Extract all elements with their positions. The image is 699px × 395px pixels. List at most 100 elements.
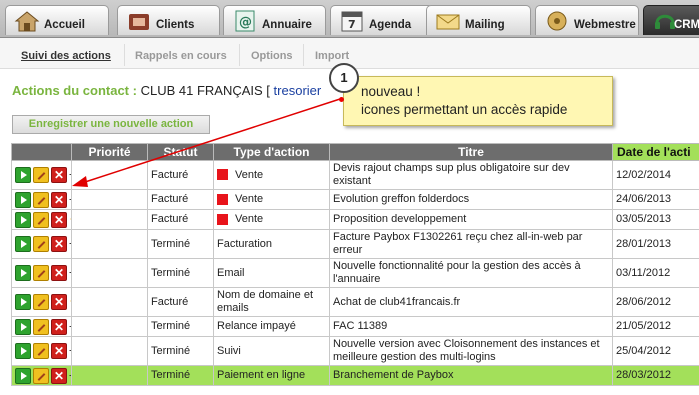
type-cell: Vente: [213, 189, 330, 210]
contact-bracket: [: [266, 83, 270, 98]
date-cell: 12/02/2014: [612, 160, 699, 190]
delete-icon[interactable]: ✕: [51, 318, 67, 335]
type-color-marker: [217, 193, 228, 205]
open-icon[interactable]: [15, 265, 31, 281]
table-row[interactable]: ✕- Facturé Vente Evolution greffon folderdo…: [11, 189, 699, 210]
delete-icon[interactable]: ✕: [51, 211, 67, 228]
status-cell: Facturé: [147, 209, 214, 230]
subtab-import[interactable]: Import: [315, 50, 349, 62]
tab-webmestre[interactable]: Webmestre: [535, 5, 639, 35]
delete-icon[interactable]: ✕: [51, 265, 67, 281]
annotation-number-badge: 1: [329, 63, 359, 93]
open-icon[interactable]: [15, 191, 31, 208]
open-icon[interactable]: [15, 167, 31, 183]
delete-icon[interactable]: ✕: [51, 367, 67, 384]
subtab-divider: [124, 44, 125, 66]
priority-cell: [71, 316, 148, 337]
open-icon[interactable]: [15, 211, 31, 228]
status-cell: Terminé: [147, 229, 214, 259]
table-row[interactable]: ✕- Facturé Vente Devis rajout champs sup pl…: [11, 160, 699, 190]
table-header-row: Priorité Statut Type d'action Titre Date…: [11, 143, 699, 161]
open-icon[interactable]: [15, 236, 31, 252]
priority-cell: [71, 160, 148, 190]
column-header-type[interactable]: Type d'action: [213, 143, 330, 161]
calendar-day-number: 7: [348, 18, 356, 31]
table-row[interactable]: ✕- TerminéPaiement en ligne Branchement de…: [11, 365, 699, 386]
type-color-marker: [217, 213, 228, 225]
mail-icon: [436, 14, 460, 30]
type-label: Paiement en ligne: [217, 369, 306, 381]
title-cell[interactable]: Proposition developpement: [329, 209, 613, 230]
contact-name: CLUB 41 FRANÇAIS: [140, 83, 263, 98]
tab-clients[interactable]: Clients: [117, 5, 220, 35]
subtab-options[interactable]: Options: [251, 50, 293, 62]
tab-annuaire[interactable]: @ Annuaire: [223, 5, 326, 35]
tab-mailing[interactable]: Mailing: [426, 5, 531, 35]
column-header-date[interactable]: Date de l'acti: [612, 143, 699, 161]
subtab-rappels-en-cours[interactable]: Rappels en cours: [135, 50, 227, 62]
column-header-status[interactable]: Statut: [147, 143, 214, 161]
priority-cell: [71, 365, 148, 386]
column-header-title[interactable]: Titre: [329, 143, 613, 161]
edit-icon[interactable]: [33, 367, 49, 384]
title-cell[interactable]: Branchement de Paybox: [329, 365, 613, 386]
edit-icon[interactable]: [33, 167, 49, 183]
table-row[interactable]: ✕★★★ Facturé Vente Proposition developpemen…: [11, 209, 699, 230]
status-cell: Facturé: [147, 189, 214, 210]
subtab-suivi-des-actions[interactable]: Suivi des actions: [21, 50, 111, 62]
subtab-divider: [239, 44, 240, 66]
table-row[interactable]: ✕- TerminéEmail Nouvelle fonctionnalité po…: [11, 258, 699, 288]
contact-link[interactable]: tresorier: [274, 83, 322, 98]
title-cell[interactable]: Nouvelle version avec Cloisonnement des …: [329, 336, 613, 366]
open-icon[interactable]: [15, 343, 31, 359]
edit-icon[interactable]: [33, 294, 49, 310]
contact-label: Actions du contact :: [12, 83, 137, 98]
tab-accueil[interactable]: Accueil: [5, 5, 109, 35]
delete-icon[interactable]: ✕: [51, 167, 67, 183]
priority-cell: [71, 258, 148, 288]
delete-icon[interactable]: ✕: [51, 191, 67, 208]
delete-icon[interactable]: ✕: [51, 236, 67, 252]
edit-icon[interactable]: [33, 265, 49, 281]
type-label: Vente: [235, 213, 264, 225]
title-cell[interactable]: Evolution greffon folderdocs: [329, 189, 613, 210]
type-cell: Relance impayé: [213, 316, 330, 337]
title-cell[interactable]: Facture Paybox F1302261 reçu chez all-in…: [329, 229, 613, 259]
type-cell: Paiement en ligne: [213, 365, 330, 386]
table-row[interactable]: ✕- TerminéRelance impayé FAC 1138921/05/20…: [11, 316, 699, 337]
title-cell[interactable]: Achat de club41francais.fr: [329, 287, 613, 317]
webmaster-icon: [547, 11, 567, 31]
edit-icon[interactable]: [33, 318, 49, 335]
clients-icon: [129, 14, 149, 30]
column-header-actions: [11, 143, 72, 161]
title-cell[interactable]: Nouvelle fonctionnalité pour la gestion …: [329, 258, 613, 288]
title-cell[interactable]: FAC 11389: [329, 316, 613, 337]
table-row[interactable]: ✕- TerminéFacturation Facture Paybox F1302…: [11, 229, 699, 259]
status-cell: Terminé: [147, 316, 214, 337]
table-row[interactable]: ✕- TerminéSuivi Nouvelle version avec Cloi…: [11, 336, 699, 366]
annotation-callout: nouveau ! icones permettant un accès rap…: [343, 76, 613, 126]
status-cell: Terminé: [147, 365, 214, 386]
delete-icon[interactable]: ✕: [51, 294, 67, 310]
row-actions-cell: ✕-: [11, 189, 72, 210]
open-icon[interactable]: [15, 318, 31, 335]
column-header-priority[interactable]: Priorité: [71, 143, 148, 161]
table-row[interactable]: ✕★ FacturéNom de domaine et emails Achat d…: [11, 287, 699, 317]
status-cell: Terminé: [147, 336, 214, 366]
edit-icon[interactable]: [33, 191, 49, 208]
open-icon[interactable]: [15, 294, 31, 310]
edit-icon[interactable]: [33, 343, 49, 359]
tab-crm[interactable]: CRM: [643, 5, 699, 35]
row-actions-cell: ✕★: [11, 287, 72, 317]
edit-icon[interactable]: [33, 211, 49, 228]
new-action-button[interactable]: Enregistrer une nouvelle action: [12, 115, 210, 134]
directory-icon: @: [235, 10, 255, 32]
type-label: Vente: [235, 168, 264, 181]
title-cell[interactable]: Devis rajout champs sup plus obligatoire…: [329, 160, 613, 190]
type-cell: Vente: [213, 209, 330, 230]
edit-icon[interactable]: [33, 236, 49, 252]
delete-icon[interactable]: ✕: [51, 343, 67, 359]
actions-table: Priorité Statut Type d'action Titre Date…: [11, 143, 699, 386]
tab-agenda[interactable]: 7 Agenda: [330, 5, 433, 35]
open-icon[interactable]: [15, 367, 31, 384]
